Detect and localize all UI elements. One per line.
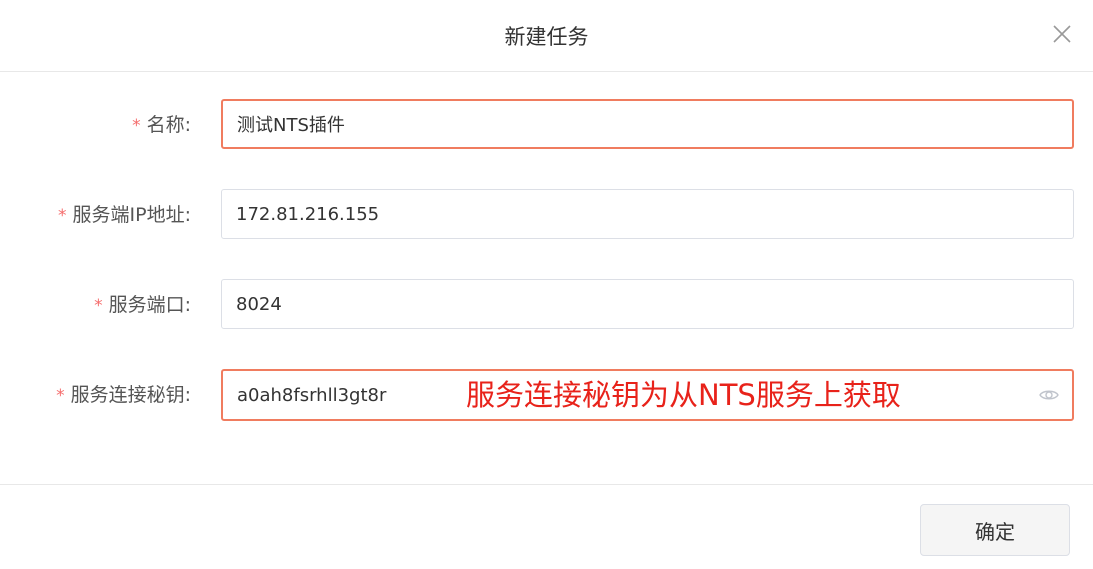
form-row-server-port: * 服务端口: [0, 279, 1093, 331]
eye-icon [1039, 390, 1059, 400]
dialog-header: 新建任务 [0, 0, 1093, 72]
form-row-server-ip: * 服务端IP地址: [0, 189, 1093, 241]
secret-key-label: * 服务连接秘钥: [56, 369, 191, 421]
secret-key-label-text: 服务连接秘钥: [70, 384, 191, 406]
close-button[interactable] [1048, 20, 1076, 48]
form-row-secret-key: *服务连接秘钥: 服务连接秘钥为从NTS服务上获取 [0, 369, 1093, 421]
confirm-button[interactable]: 确定 [920, 504, 1070, 556]
footer-divider [0, 484, 1093, 485]
server-ip-label: * 服务端IP地址: [58, 189, 191, 241]
required-mark: * [132, 116, 141, 136]
server-port-label: * 服务端口: [94, 279, 191, 331]
name-label-text: 名称: [146, 114, 191, 136]
required-mark: * [56, 386, 65, 406]
dialog-title: 新建任务 [504, 25, 589, 49]
server-port-label-text: 服务端口: [108, 294, 191, 316]
server-port-input[interactable] [221, 279, 1074, 329]
server-ip-label-text: 服务端IP地址: [72, 204, 191, 226]
new-task-dialog: 新建任务 *名称: *服务端IP地址: *服务端口: *服务连接秘钥: [0, 0, 1093, 569]
required-mark: * [94, 296, 103, 316]
name-label: * 名称: [132, 99, 191, 151]
name-input[interactable] [221, 99, 1074, 149]
required-mark: * [58, 206, 67, 226]
toggle-visibility-button[interactable] [1038, 385, 1060, 405]
secret-key-field: 服务连接秘钥为从NTS服务上获取 [221, 369, 1074, 421]
form-row-name: * 名称: [0, 99, 1093, 151]
secret-key-input[interactable] [221, 369, 1074, 421]
server-ip-input[interactable] [221, 189, 1074, 239]
close-icon [1053, 25, 1071, 43]
